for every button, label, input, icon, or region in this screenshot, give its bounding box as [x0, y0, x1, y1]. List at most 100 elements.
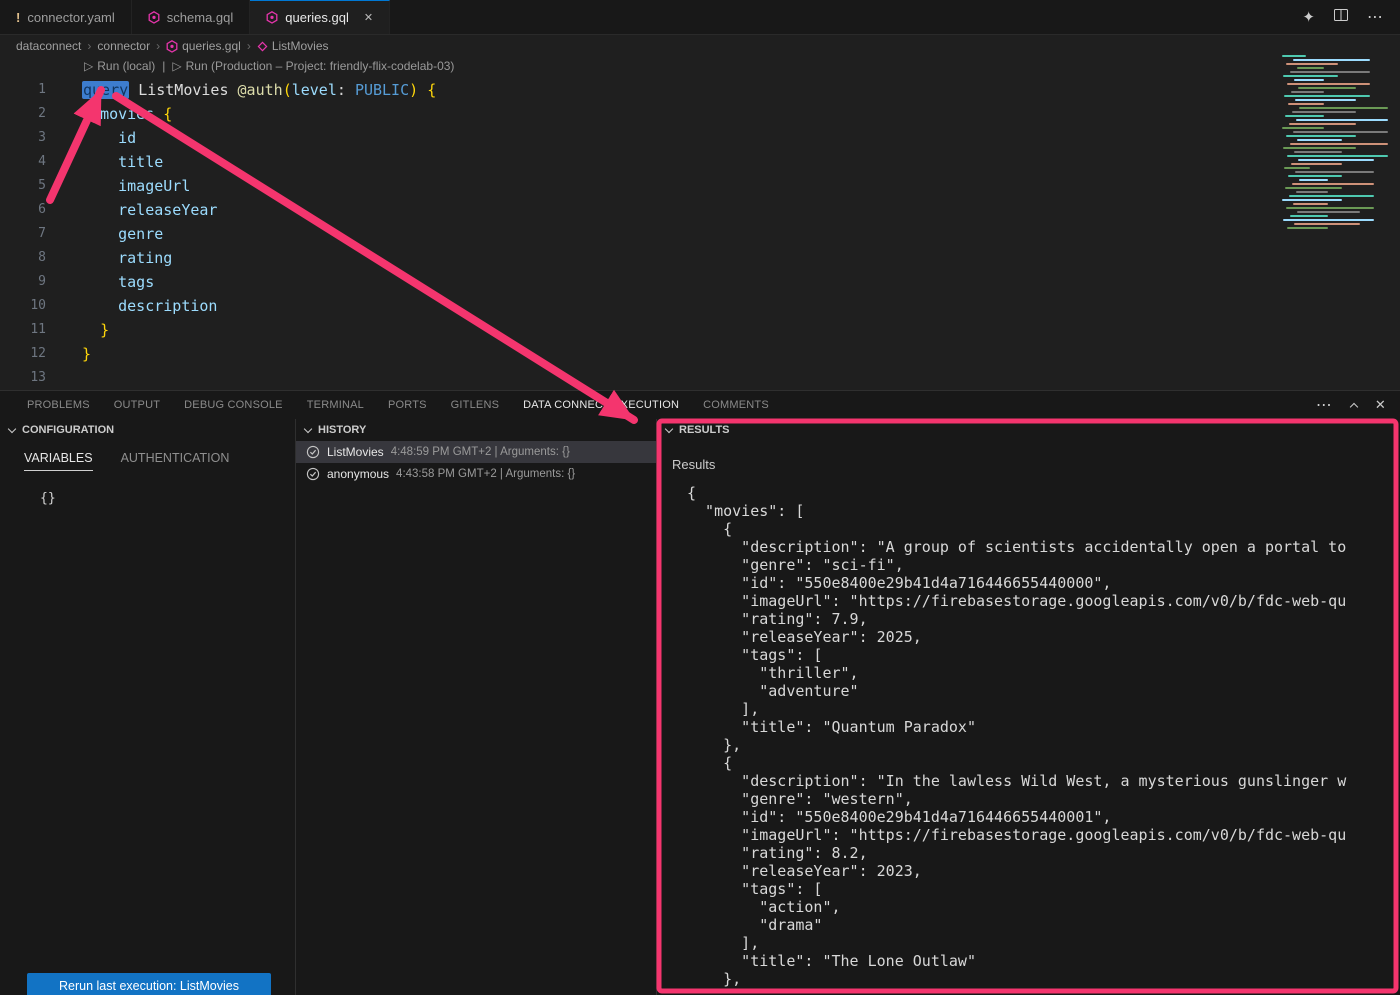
tab-label: schema.gql	[167, 10, 233, 25]
panel-tab-comments[interactable]: COMMENTS	[703, 399, 769, 411]
code-line: query ListMovies @auth(level: PUBLIC) {	[82, 78, 436, 102]
code-token: title	[118, 153, 163, 171]
history-item-name: anonymous	[327, 467, 389, 481]
tab-authentication[interactable]: AUTHENTICATION	[121, 451, 230, 471]
history-title: HISTORY	[318, 424, 366, 436]
more-actions-icon[interactable]: ⋯	[1367, 7, 1384, 27]
code-token: movies	[100, 105, 154, 123]
code-line: title	[82, 150, 436, 174]
code-token: id	[118, 129, 136, 147]
minimap-line	[1298, 87, 1356, 89]
configuration-section: CONFIGURATION VARIABLES AUTHENTICATION {…	[0, 419, 296, 995]
minimap-line	[1294, 151, 1342, 153]
panel-close-icon[interactable]: ✕	[1375, 397, 1386, 413]
minimap-line	[1297, 211, 1360, 213]
panel-tab-ports[interactable]: PORTS	[388, 399, 427, 411]
line-number: 2	[0, 102, 52, 126]
breadcrumb-item-ListMovies[interactable]: ListMovies	[257, 39, 329, 53]
graphql-icon	[266, 11, 278, 24]
run-local-button[interactable]: ▷ Run (local)	[84, 59, 155, 73]
minimap[interactable]	[1282, 55, 1394, 231]
minimap-line	[1283, 219, 1374, 221]
minimap-line	[1283, 75, 1338, 77]
panel-tab-data-connect-execution[interactable]: DATA CONNECT EXECUTION	[523, 399, 679, 411]
panel-tab-terminal[interactable]: TERMINAL	[307, 399, 364, 411]
panel-actions: ⋯ ✕	[1316, 395, 1400, 415]
code-token: level	[292, 81, 337, 99]
tab-schema.gql[interactable]: schema.gql	[132, 0, 250, 34]
panel-more-icon[interactable]: ⋯	[1316, 395, 1333, 415]
close-icon[interactable]: ✕	[364, 11, 373, 24]
bottom-panel: PROBLEMS OUTPUT DEBUG CONSOLE TERMINAL PORTS…	[0, 390, 1400, 995]
panel-tab-problems[interactable]: PROBLEMS	[27, 399, 90, 411]
line-number: 12	[0, 342, 52, 366]
minimap-line	[1292, 111, 1356, 113]
breadcrumb-label: queries.gql	[182, 39, 241, 53]
breadcrumb-item-queries.gql[interactable]: queries.gql	[166, 39, 241, 53]
minimap-line	[1293, 131, 1388, 133]
code-token	[154, 105, 163, 123]
minimap-line	[1285, 115, 1324, 117]
run-production-button[interactable]: ▷ Run (Production – Project: friendly-fl…	[172, 59, 454, 73]
split-editor-icon[interactable]	[1333, 7, 1349, 28]
editor-actions: ✦ ⋯	[1302, 0, 1400, 34]
history-item[interactable]: anonymous4:43:58 PM GMT+2 | Arguments: {…	[296, 463, 656, 485]
minimap-line	[1290, 215, 1328, 217]
chevron-up-icon[interactable]	[1350, 402, 1358, 410]
line-number: 1	[0, 78, 52, 102]
panel-tab-gitlens[interactable]: GITLENS	[451, 399, 499, 411]
minimap-line	[1291, 91, 1324, 93]
code-token: releaseYear	[118, 201, 217, 219]
history-item[interactable]: ListMovies4:48:59 PM GMT+2 | Arguments: …	[296, 441, 656, 463]
configuration-header[interactable]: CONFIGURATION	[0, 419, 295, 441]
code-token: tags	[118, 273, 154, 291]
copilot-sparkle-icon[interactable]: ✦	[1302, 8, 1315, 26]
code-line: rating	[82, 246, 436, 270]
results-header[interactable]: RESULTS	[657, 419, 1400, 441]
vscode-window: !connector.yaml schema.gql queries.gql ✕ ✦ …	[0, 0, 1400, 995]
rerun-last-execution-button[interactable]: Rerun last execution: ListMovies	[27, 973, 271, 995]
minimap-line	[1295, 171, 1374, 173]
minimap-line	[1283, 147, 1356, 149]
code-token	[82, 273, 118, 291]
operation-icon	[257, 41, 268, 52]
code-token	[82, 201, 118, 219]
minimap-line	[1282, 127, 1324, 129]
panel-tab-output[interactable]: OUTPUT	[114, 399, 160, 411]
minimap-line	[1299, 179, 1328, 181]
minimap-line	[1285, 187, 1342, 189]
line-number: 7	[0, 222, 52, 246]
minimap-line	[1287, 227, 1328, 229]
run-production-label: Run (Production – Project: friendly-flix…	[186, 59, 455, 73]
code-token: {	[427, 81, 436, 99]
codelens: ▷ Run (local) | ▷ Run (Production – Proj…	[84, 59, 454, 73]
history-header[interactable]: HISTORY	[296, 419, 656, 441]
minimap-line	[1287, 83, 1370, 85]
tab-connector.yaml[interactable]: !connector.yaml	[0, 0, 132, 34]
code-token	[82, 177, 118, 195]
breadcrumb-separator: ›	[247, 39, 251, 53]
panel-tab-debug-console[interactable]: DEBUG CONSOLE	[184, 399, 283, 411]
code-token	[82, 105, 100, 123]
minimap-line	[1294, 223, 1360, 225]
tab-label: queries.gql	[285, 10, 349, 25]
history-item-meta: 4:48:59 PM GMT+2 | Arguments: {}	[391, 446, 570, 458]
codelens-separator: |	[162, 59, 165, 73]
breadcrumb-label: connector	[97, 39, 150, 53]
minimap-line	[1282, 199, 1342, 201]
results-heading: Results	[672, 457, 1400, 472]
variables-value[interactable]: {}	[40, 491, 295, 506]
line-number: 3	[0, 126, 52, 150]
breadcrumb-item-dataconnect[interactable]: dataconnect	[16, 39, 81, 53]
code-line: imageUrl	[82, 174, 436, 198]
minimap-line	[1286, 207, 1374, 209]
tab-variables[interactable]: VARIABLES	[24, 451, 93, 471]
breadcrumb-item-connector[interactable]: connector	[97, 39, 150, 53]
code-editor[interactable]: query ListMovies @auth(level: PUBLIC) { …	[82, 78, 436, 390]
tab-queries.gql[interactable]: queries.gql ✕	[250, 0, 390, 34]
code-token	[229, 81, 238, 99]
code-line: }	[82, 318, 436, 342]
minimap-line	[1296, 119, 1388, 121]
play-icon: ▷	[172, 59, 181, 73]
line-number-gutter: 12345678910111213	[0, 78, 52, 390]
